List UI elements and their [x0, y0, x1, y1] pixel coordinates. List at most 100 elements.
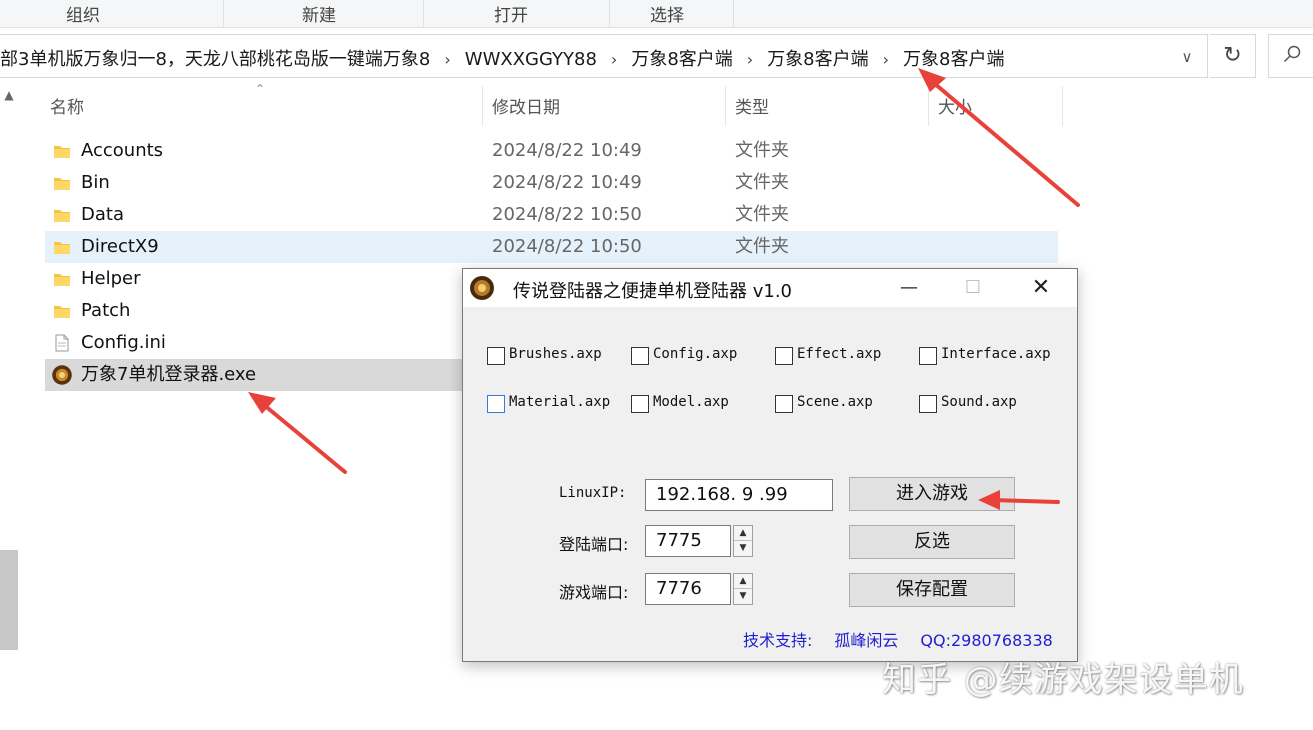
- search-icon: [1283, 45, 1301, 63]
- file-type: 文件夹: [735, 204, 789, 225]
- file-type: 文件夹: [735, 140, 789, 161]
- scrollbar-thumb[interactable]: [0, 550, 18, 650]
- breadcrumb-item[interactable]: WWXXGGYY88: [465, 49, 597, 70]
- file-row-selected[interactable]: DirectX9 2024/8/22 10:50 文件夹: [45, 231, 1058, 263]
- breadcrumb: 部3单机版万象归一8，天龙八部桃花岛版一键端万象8 › WWXXGGYY88 › 万象8…: [0, 45, 1005, 71]
- dialog-title-bar[interactable]: 传说登陆器之便捷单机登陆器 v1.0 — ☐ ✕: [463, 269, 1077, 307]
- login-port-input[interactable]: 7775: [645, 525, 731, 557]
- file-name: Data: [81, 204, 124, 225]
- login-port-label: 登陆端口:: [559, 535, 629, 554]
- column-header-size[interactable]: 大小: [938, 90, 972, 126]
- support-qq: QQ:2980768338: [920, 631, 1053, 650]
- file-date: 2024/8/22 10:49: [492, 172, 642, 193]
- vertical-scrollbar[interactable]: [0, 108, 18, 730]
- checkbox-box[interactable]: [631, 395, 649, 413]
- invert-selection-button[interactable]: 反选: [849, 525, 1015, 559]
- breadcrumb-item[interactable]: 万象8客户端: [767, 45, 868, 71]
- file-name: Accounts: [81, 140, 164, 161]
- checkbox-box[interactable]: [631, 347, 649, 365]
- checkbox-box[interactable]: [487, 347, 505, 365]
- checkbox-box[interactable]: [775, 347, 793, 365]
- game-port-input[interactable]: 7776: [645, 573, 731, 605]
- save-config-button[interactable]: 保存配置: [849, 573, 1015, 607]
- checkbox-label: Config.axp: [653, 346, 738, 362]
- breadcrumb-separator-icon[interactable]: ›: [883, 50, 889, 69]
- file-name: Bin: [81, 172, 110, 193]
- breadcrumb-item[interactable]: 万象8客户端: [631, 45, 732, 71]
- stepper-up-icon[interactable]: ▲: [734, 526, 752, 541]
- folder-icon: [54, 146, 70, 158]
- column-header-type[interactable]: 类型: [735, 90, 769, 126]
- checkbox-label: Scene.axp: [797, 394, 873, 410]
- login-port-stepper[interactable]: ▲ ▼: [733, 525, 753, 557]
- ribbon-tab-label: 组织: [66, 6, 100, 26]
- column-header-date[interactable]: 修改日期: [492, 90, 560, 126]
- checkbox-box[interactable]: [487, 395, 505, 413]
- breadcrumb-separator-icon[interactable]: ›: [747, 50, 753, 69]
- checkbox-label: Sound.axp: [941, 394, 1017, 410]
- column-header-name[interactable]: 名称: [50, 90, 84, 126]
- folder-icon: [54, 242, 70, 254]
- game-port-stepper[interactable]: ▲ ▼: [733, 573, 753, 605]
- game-port-label: 游戏端口:: [559, 583, 629, 602]
- breadcrumb-item-current[interactable]: 万象8客户端: [903, 45, 1004, 71]
- folder-icon: [54, 306, 70, 318]
- chevron-down-icon[interactable]: ∨: [1170, 43, 1204, 71]
- breadcrumb-separator-icon[interactable]: ›: [444, 50, 450, 69]
- file-row[interactable]: Data 2024/8/22 10:50 文件夹: [45, 199, 1058, 231]
- sort-ascending-icon: ⌃: [255, 82, 266, 96]
- linux-ip-label: LinuxIP:: [559, 485, 627, 501]
- app-logo-icon: [470, 276, 494, 300]
- scroll-up-icon[interactable]: ▲: [0, 88, 18, 108]
- ribbon-bar: 组织 新建 打开 选择: [0, 0, 1313, 28]
- column-divider[interactable]: [725, 86, 726, 126]
- maximize-icon[interactable]: ☐: [941, 269, 1005, 307]
- folder-icon: [54, 178, 70, 190]
- stepper-up-icon[interactable]: ▲: [734, 574, 752, 589]
- stepper-down-icon[interactable]: ▼: [734, 541, 752, 556]
- refresh-icon[interactable]: ↻: [1210, 34, 1256, 78]
- checkbox-label: Interface.axp: [941, 346, 1051, 362]
- file-row[interactable]: Accounts 2024/8/22 10:49 文件夹: [45, 135, 1058, 167]
- checkbox-label: Brushes.axp: [509, 346, 602, 362]
- column-divider[interactable]: [482, 86, 483, 126]
- watermark-text: 知乎 @续游戏架设单机: [882, 660, 1244, 700]
- checkbox-box[interactable]: [919, 347, 937, 365]
- ribbon-tab-open[interactable]: 打开: [424, 0, 610, 28]
- launcher-dialog: 传说登陆器之便捷单机登陆器 v1.0 — ☐ ✕ Brushes.axp Con…: [462, 268, 1078, 662]
- support-label: 技术支持:: [743, 631, 813, 650]
- checkbox-label: Effect.axp: [797, 346, 882, 362]
- ribbon-tab-organize[interactable]: 组织: [0, 0, 224, 28]
- file-date: 2024/8/22 10:50: [492, 204, 642, 225]
- checkbox-box[interactable]: [919, 395, 937, 413]
- ini-file-icon: [55, 334, 69, 352]
- arrow-exe: [248, 392, 347, 474]
- column-divider[interactable]: [928, 86, 929, 126]
- search-input[interactable]: [1268, 34, 1313, 78]
- minimize-icon[interactable]: —: [877, 269, 941, 307]
- ribbon-tab-select[interactable]: 选择: [610, 0, 734, 28]
- column-divider[interactable]: [1062, 86, 1063, 126]
- support-info: 技术支持: 孤峰闲云 QQ:2980768338: [743, 627, 1075, 651]
- checkbox-box[interactable]: [775, 395, 793, 413]
- file-name: Patch: [81, 300, 131, 321]
- ribbon-tab-label: 选择: [650, 6, 684, 26]
- stepper-down-icon[interactable]: ▼: [734, 589, 752, 604]
- exe-app-icon: [52, 365, 72, 385]
- file-row-highlighted[interactable]: 万象7单机登录器.exe: [45, 359, 465, 391]
- enter-game-button[interactable]: 进入游戏: [849, 477, 1015, 511]
- linux-ip-input[interactable]: 192.168. 9 .99: [645, 479, 833, 511]
- checkbox-label: Model.axp: [653, 394, 729, 410]
- dialog-title: 传说登陆器之便捷单机登陆器 v1.0: [513, 281, 792, 302]
- file-row[interactable]: Bin 2024/8/22 10:49 文件夹: [45, 167, 1058, 199]
- folder-icon: [54, 210, 70, 222]
- file-type: 文件夹: [735, 172, 789, 193]
- ribbon-tab-label: 新建: [302, 6, 336, 26]
- folder-icon: [54, 274, 70, 286]
- breadcrumb-separator-icon[interactable]: ›: [611, 50, 617, 69]
- ribbon-tab-label: 打开: [494, 6, 528, 26]
- ribbon-tab-new[interactable]: 新建: [224, 0, 424, 28]
- address-bar[interactable]: 部3单机版万象归一8，天龙八部桃花岛版一键端万象8 › WWXXGGYY88 › 万象8…: [0, 34, 1208, 78]
- breadcrumb-item[interactable]: 部3单机版万象归一8，天龙八部桃花岛版一键端万象8: [0, 45, 430, 71]
- close-icon[interactable]: ✕: [1009, 269, 1073, 307]
